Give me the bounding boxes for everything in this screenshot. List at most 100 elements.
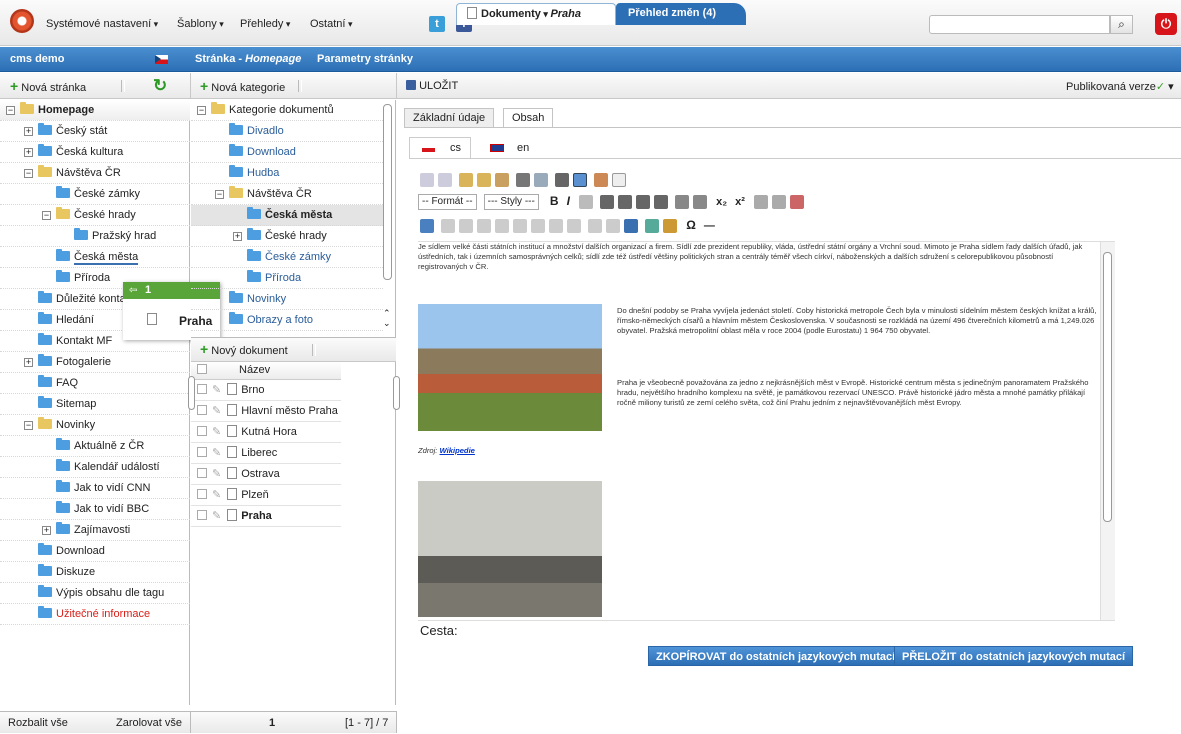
tab-documents[interactable]: Dokumenty ▾ Praha [456,3,616,25]
paste-icon[interactable] [459,173,474,187]
tree-item-fotogalerie[interactable]: + Fotogalerie [0,352,190,373]
collapse-icon[interactable]: − [24,169,33,178]
column-name-header[interactable]: Název [239,364,270,376]
published-version-select[interactable]: Publikovaná verze✓ ▾ [1066,80,1174,93]
edit-pencil-icon[interactable]: ✎ [212,447,221,459]
category-navsteva-cr[interactable]: − Návštěva ČR [191,184,383,205]
expand-icon[interactable]: + [42,526,51,535]
new-document-button[interactable]: + Nový dokument [200,342,288,357]
menu-reports[interactable]: Přehledy [240,18,290,30]
anchor-icon[interactable] [624,219,639,234]
document-row-liberec[interactable]: ✎ Liberec [191,443,341,464]
editor-content[interactable]: Je sídlem velké části státních institucí… [418,242,1100,620]
print-icon[interactable] [555,173,570,187]
refresh-icon[interactable]: ↻ [153,76,167,96]
tree-item-aktualne-z-cr[interactable]: Aktuálně z ČR [0,436,190,457]
show-blocks-icon[interactable] [573,173,588,187]
find-icon[interactable] [516,173,531,187]
bullet-list-icon[interactable] [675,195,690,210]
expand-icon[interactable]: + [233,232,242,241]
row-checkbox[interactable] [197,510,207,520]
subscript-icon[interactable]: x₂ [716,196,727,208]
row-checkbox[interactable] [197,426,207,436]
copy-to-languages-button[interactable]: ZKOPÍROVAT do ostatních jazykových mutac… [648,646,904,666]
category-scrollbar[interactable] [383,104,392,280]
tab-change-log[interactable]: Přehled změn (4) [616,3,746,25]
category-priroda[interactable]: Příroda [191,268,383,289]
tab-stranka[interactable]: Stránka - Homepage [195,47,301,72]
pane-resize-handle[interactable] [393,376,400,410]
edit-pencil-icon[interactable]: ✎ [212,489,221,501]
collapse-all-button[interactable]: Zarolovat vše [116,712,182,734]
edit-pencil-icon[interactable]: ✎ [212,468,221,480]
row-checkbox[interactable] [197,489,207,499]
superscript-icon[interactable]: x² [735,196,745,208]
menu-templates[interactable]: Šablony [177,18,224,30]
tree-item-ceske-zamky[interactable]: České zámky [0,184,190,205]
page-number[interactable]: 1 [269,712,275,734]
undo-icon[interactable] [420,173,434,187]
hr-icon[interactable]: — [704,220,715,232]
app-logo-icon[interactable] [10,9,34,33]
category-obrazy-a-foto[interactable]: Obrazy a foto [191,310,383,331]
tree-item-uzitecne-informace[interactable]: Užitečné informace [0,604,190,625]
expand-icon[interactable]: + [24,148,33,157]
charles-bridge-image[interactable] [418,481,602,617]
tree-item-ceska-mesta[interactable]: Česká města [0,247,190,268]
align-right-icon[interactable] [636,195,651,210]
tree-item-zajimavosti[interactable]: + Zajímavosti [0,520,190,541]
italic-icon[interactable]: I [567,194,570,208]
save-button[interactable]: ULOŽIT [406,80,458,92]
expand-all-button[interactable]: Rozbalit vše [8,712,68,734]
tab-content[interactable]: Obsah [503,108,554,128]
unlink-icon[interactable] [606,219,621,234]
collapse-icon[interactable]: − [215,190,224,199]
split-icon[interactable] [549,219,564,234]
editor-scrollbar-thumb[interactable] [1103,252,1112,522]
category-ceska-mesta[interactable]: Česká města [191,205,383,226]
tree-item-prazsky-hrad[interactable]: Pražský hrad [0,226,190,247]
bold-icon[interactable]: B [550,194,559,208]
row-icon[interactable] [477,219,492,234]
row-checkbox[interactable] [197,405,207,415]
row-checkbox[interactable] [197,384,207,394]
row-checkbox[interactable] [197,447,207,457]
remove-format-icon[interactable] [790,195,805,210]
site-selector[interactable]: cms demo [2,47,72,72]
editor-scroll-track[interactable] [1100,242,1115,620]
search-input[interactable] [929,15,1110,34]
tree-item-novinky[interactable]: − Novinky [0,415,190,436]
document-row-kutna-hora[interactable]: ✎ Kutná Hora [191,422,341,443]
new-category-button[interactable]: + Nová kategorie [200,79,285,94]
tree-item-ceske-hrady[interactable]: − České hrady [0,205,190,226]
justify-icon[interactable] [654,195,669,210]
select-all-checkbox[interactable] [197,364,207,374]
align-left-icon[interactable] [600,195,615,210]
number-list-icon[interactable] [693,195,708,210]
align-center-icon[interactable] [618,195,633,210]
translate-to-languages-button[interactable]: PŘELOŽIT do ostatních jazykových mutací [894,646,1134,666]
tree-item-cesky-stat[interactable]: + Český stát [0,121,190,142]
document-row-ostrava[interactable]: ✎ Ostrava [191,464,341,485]
menu-other[interactable]: Ostatní [310,18,353,30]
edit-pencil-icon[interactable]: ✎ [212,405,221,417]
category-novinky[interactable]: Novinky [191,289,383,310]
prague-castle-image[interactable] [418,304,602,431]
strike-icon[interactable] [578,195,593,210]
tree-item-ceska-kultura[interactable]: + Česká kultura [0,142,190,163]
tree-item-navsteva-cr[interactable]: − Návštěva ČR [0,163,190,184]
document-row-hlavni-mesto-praha[interactable]: ✎ Hlavní město Praha [191,401,341,422]
lang-tab-cs[interactable]: cs [409,137,471,158]
tree-item-vypis-obsahu-dle-tagu[interactable]: Výpis obsahu dle tagu [0,583,190,604]
document-row-praha[interactable]: ✎ Praha [191,506,341,527]
document-row-plzen[interactable]: ✎ Plzeň [191,485,341,506]
category-ceske-hrady[interactable]: + České hrady [191,226,383,247]
paste-word-icon[interactable] [495,173,510,187]
image-icon[interactable] [645,219,660,234]
expand-icon[interactable]: + [24,127,33,136]
redo-icon[interactable] [438,173,452,187]
edit-pencil-icon[interactable]: ✎ [212,426,221,438]
tab-basic-info[interactable]: Základní údaje [404,108,495,127]
column-icon[interactable] [495,219,510,234]
tree-item-sitemap[interactable]: Sitemap [0,394,190,415]
